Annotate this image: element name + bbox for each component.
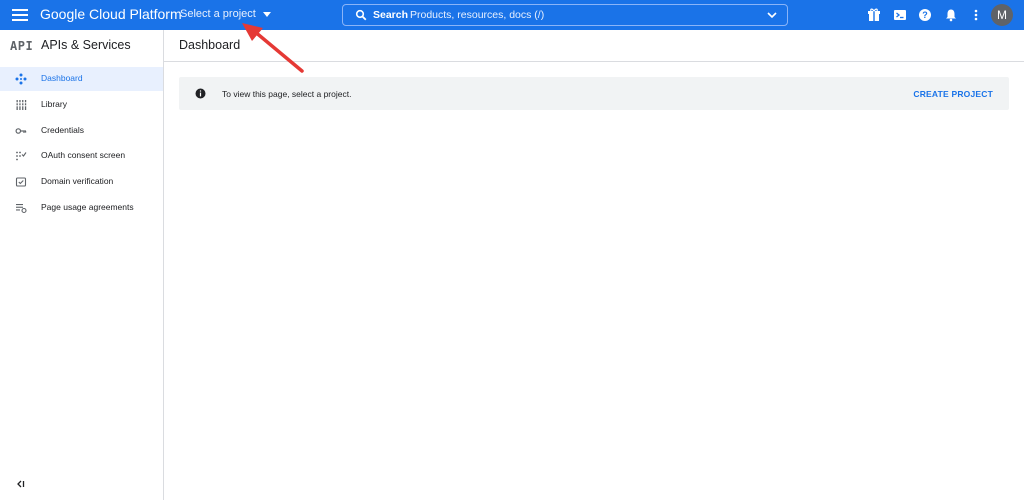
- sidebar: API APIs & Services Dashboard Library Cr…: [0, 30, 164, 500]
- sidebar-item-label: Dashboard: [41, 73, 83, 83]
- sidebar-item-oauth-consent[interactable]: OAuth consent screen: [0, 144, 163, 168]
- api-logo: API: [10, 39, 34, 53]
- svg-text:?: ?: [922, 10, 928, 20]
- select-project-banner: To view this page, select a project. CRE…: [179, 77, 1009, 110]
- sidebar-item-dashboard[interactable]: Dashboard: [0, 67, 163, 91]
- chevron-down-icon[interactable]: [767, 11, 777, 19]
- sidebar-header: API APIs & Services: [0, 30, 163, 61]
- sidebar-item-label: Page usage agreements: [41, 202, 134, 212]
- search-icon: [355, 9, 367, 21]
- page-title: Dashboard: [179, 38, 241, 52]
- project-selector[interactable]: Select a project: [180, 8, 271, 20]
- sidebar-title: APIs & Services: [41, 38, 131, 52]
- top-app-bar: Google Cloud Platform Select a project S…: [0, 0, 1024, 30]
- more-vert-icon[interactable]: [969, 8, 983, 22]
- caret-down-icon: [262, 11, 271, 17]
- sidebar-item-credentials[interactable]: Credentials: [0, 119, 163, 143]
- search-label: Search: [373, 9, 409, 21]
- project-selector-label: Select a project: [180, 8, 256, 20]
- sidebar-item-page-usage-agreements[interactable]: Page usage agreements: [0, 196, 163, 220]
- sidebar-item-label: OAuth consent screen: [41, 150, 126, 160]
- cloud-shell-icon[interactable]: [893, 8, 907, 22]
- sidebar-item-label: Domain verification: [41, 176, 114, 186]
- sidebar-item-label: Library: [41, 99, 67, 109]
- notifications-icon[interactable]: [944, 8, 958, 22]
- brand-title[interactable]: Google Cloud Platform: [40, 6, 182, 22]
- avatar[interactable]: M: [991, 4, 1013, 26]
- create-project-button[interactable]: CREATE PROJECT: [913, 89, 993, 99]
- sidebar-item-label: Credentials: [41, 125, 84, 135]
- domain-check-icon: [15, 177, 27, 187]
- key-icon: [15, 128, 27, 134]
- search-placeholder: Products, resources, docs (/): [410, 9, 545, 21]
- sidebar-item-domain-verification[interactable]: Domain verification: [0, 170, 163, 194]
- sidebar-item-library[interactable]: Library: [0, 93, 163, 117]
- agreements-icon: [16, 204, 27, 214]
- collapse-sidebar-icon[interactable]: [15, 479, 25, 489]
- consent-icon: [16, 151, 27, 161]
- search-bar[interactable]: Search Products, resources, docs (/): [342, 4, 788, 26]
- library-icon: [16, 100, 27, 110]
- dashboard-icon: [15, 73, 27, 85]
- banner-message: To view this page, select a project.: [222, 89, 352, 99]
- gift-icon[interactable]: [867, 8, 881, 22]
- help-icon[interactable]: ?: [918, 8, 932, 22]
- annotation-arrow-icon: [242, 23, 304, 73]
- menu-icon[interactable]: [10, 6, 30, 24]
- info-icon: [195, 88, 206, 99]
